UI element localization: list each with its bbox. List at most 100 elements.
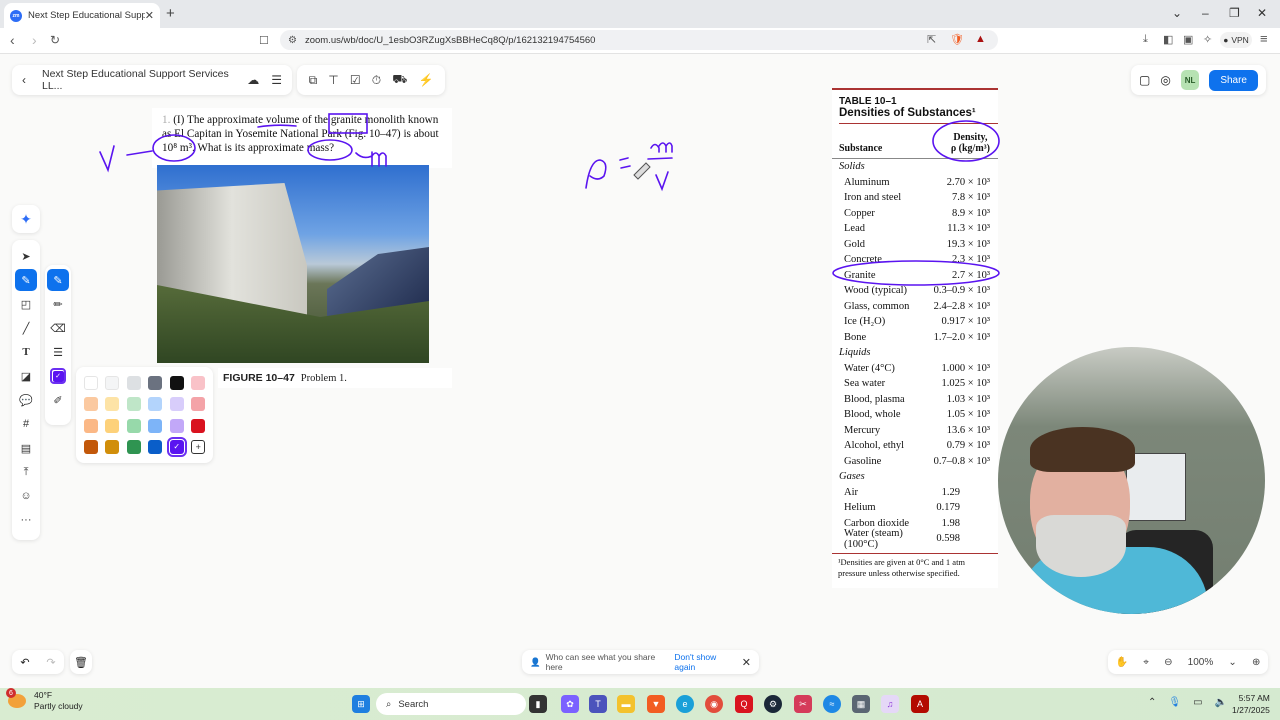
color-picker-button[interactable]: ✓ (47, 365, 69, 387)
sticky-note-icon[interactable]: ◪ (15, 365, 37, 387)
color-swatch[interactable] (105, 397, 120, 412)
vpn-button[interactable]: ● VPN (1220, 32, 1252, 48)
forward-icon[interactable]: › (32, 32, 37, 48)
share-button[interactable]: Share (1209, 69, 1258, 91)
address-bar[interactable]: ⚙ zoom.us/wb/doc/U_1esbO3RZugXsBBHeCq8Q/… (280, 30, 998, 50)
reaction-icon[interactable]: ☺ (15, 485, 37, 507)
brave-shields-icon[interactable]: 🛡 (950, 33, 964, 46)
color-swatch[interactable] (105, 418, 120, 433)
line-icon[interactable]: ╱ (15, 317, 37, 339)
document-title[interactable]: Next Step Educational Support Services L… (42, 68, 235, 92)
microphone-icon[interactable]: 🎙 (1168, 697, 1181, 708)
task-view-icon[interactable]: ▮ (529, 695, 547, 713)
pages-icon[interactable]: ⧉ (309, 73, 318, 88)
minimize-button[interactable]: – (1202, 6, 1209, 20)
color-swatch[interactable] (126, 439, 141, 454)
delete-icon[interactable]: 🗑 (70, 650, 92, 674)
comment-icon[interactable]: 💬 (15, 389, 37, 411)
color-swatch[interactable] (83, 439, 98, 454)
select-icon[interactable]: ➤ (15, 245, 37, 267)
color-swatch[interactable] (83, 418, 98, 433)
color-swatch[interactable]: ✓ (166, 436, 187, 457)
volume-icon[interactable]: 🔈 (1215, 697, 1227, 708)
edge-icon[interactable]: e (676, 695, 694, 713)
close-notice-icon[interactable]: ✕ (742, 656, 751, 669)
leo-ai-icon[interactable]: ✧ (1203, 33, 1212, 46)
chevron-down-icon[interactable]: ⌄ (1228, 657, 1236, 668)
color-swatch[interactable] (148, 418, 163, 433)
redo-icon[interactable]: ↷ (46, 656, 55, 669)
new-tab-button[interactable]: + (166, 5, 175, 22)
magic-pen-icon[interactable]: ✐ (47, 389, 69, 411)
comments-icon[interactable]: ▢ (1139, 73, 1150, 87)
text-icon[interactable]: T (15, 341, 37, 363)
file-explorer-icon[interactable]: ▬ (617, 695, 635, 713)
reload-icon[interactable]: ↻ (50, 33, 60, 47)
zoom-in-icon[interactable]: ⊕ (1252, 657, 1260, 668)
marker-pen-icon[interactable]: ✎ (47, 269, 69, 291)
color-swatch[interactable] (105, 439, 120, 454)
acrobat-icon[interactable]: A (911, 695, 929, 713)
present-icon[interactable]: ⊤ (328, 73, 338, 87)
timer-icon[interactable]: ⏱ (372, 73, 381, 88)
app-icon[interactable]: ≈ (823, 695, 841, 713)
hand-tool-icon[interactable]: ✋ (1116, 657, 1128, 668)
vote-icon[interactable]: ☑ (350, 73, 361, 87)
upload-icon[interactable]: ⤒ (15, 461, 37, 483)
calculator-icon[interactable]: ▦ (852, 695, 870, 713)
laser-pointer-icon[interactable]: ⚡ (418, 73, 433, 87)
back-icon[interactable]: ‹ (22, 73, 26, 87)
dont-show-again-link[interactable]: Don't show again (674, 652, 736, 672)
itunes-icon[interactable]: ♫ (881, 695, 899, 713)
chrome-icon[interactable]: ◉ (705, 695, 723, 713)
color-swatch[interactable] (126, 376, 141, 391)
network-icon[interactable]: ▭ (1193, 697, 1202, 708)
restore-button[interactable]: ❐ (1229, 6, 1240, 20)
menu-icon[interactable]: ≡ (1260, 31, 1268, 46)
template-icon[interactable]: ▤ (15, 437, 37, 459)
wallet-icon[interactable]: ▣ (1183, 33, 1193, 46)
brave-rewards-icon[interactable]: ▲ (975, 33, 986, 45)
avatar[interactable]: NL (1180, 70, 1200, 90)
sidebar-icon[interactable]: ◧ (1163, 33, 1173, 46)
color-swatch[interactable] (148, 397, 163, 412)
color-swatch[interactable] (148, 439, 163, 454)
snipping-tool-icon[interactable]: ✂ (794, 695, 812, 713)
pen-icon[interactable]: ✎ (15, 269, 37, 291)
share-page-icon[interactable]: ⇱ (927, 33, 936, 46)
hamburger-menu-icon[interactable]: ☰ (271, 73, 282, 87)
windows-start-icon[interactable]: ⊞ (352, 695, 370, 713)
more-icon[interactable]: ··· (15, 509, 37, 531)
shapes-icon[interactable]: ◰ (15, 293, 37, 315)
color-swatch[interactable] (83, 376, 98, 391)
browser-tab[interactable]: zm Next Step Educational Support ✕ (4, 3, 160, 28)
copilot-icon[interactable]: ✿ (561, 695, 579, 713)
bookmark-icon[interactable]: ☐ (259, 34, 269, 47)
taskbar-search[interactable]: ⌕ Search (376, 693, 526, 715)
eraser-icon[interactable]: ⌫ (47, 317, 69, 339)
color-swatch[interactable] (191, 418, 206, 433)
color-swatch[interactable] (169, 376, 184, 391)
pencil-icon[interactable]: ✏ (47, 293, 69, 315)
ai-companion-icon[interactable]: ✦ (12, 205, 40, 233)
zoom-level[interactable]: 100% (1188, 657, 1214, 668)
color-swatch[interactable] (148, 376, 163, 391)
site-settings-icon[interactable]: ⚙ (288, 35, 297, 46)
stroke-width-icon[interactable]: ☰ (47, 341, 69, 363)
downloads-icon[interactable]: ⤓ (1143, 33, 1148, 46)
color-swatch[interactable] (191, 397, 206, 412)
steam-icon[interactable]: ⚙ (764, 695, 782, 713)
color-swatch[interactable] (126, 397, 141, 412)
color-swatch[interactable] (169, 418, 184, 433)
add-color-icon[interactable]: + (191, 439, 206, 454)
teams-icon[interactable]: T (589, 695, 607, 713)
locate-icon[interactable]: ⌖ (1143, 657, 1149, 668)
apps-icon[interactable]: ⛟ (392, 72, 407, 88)
color-swatch[interactable] (126, 418, 141, 433)
tray-chevron-icon[interactable]: ⌃ (1148, 697, 1156, 708)
weather-widget[interactable]: 6 40°F Partly cloudy (6, 688, 83, 712)
zoom-out-icon[interactable]: ⊖ (1164, 657, 1172, 668)
webcam-video[interactable] (998, 347, 1265, 614)
close-window-button[interactable]: ✕ (1257, 6, 1267, 20)
color-swatch[interactable] (191, 376, 206, 391)
